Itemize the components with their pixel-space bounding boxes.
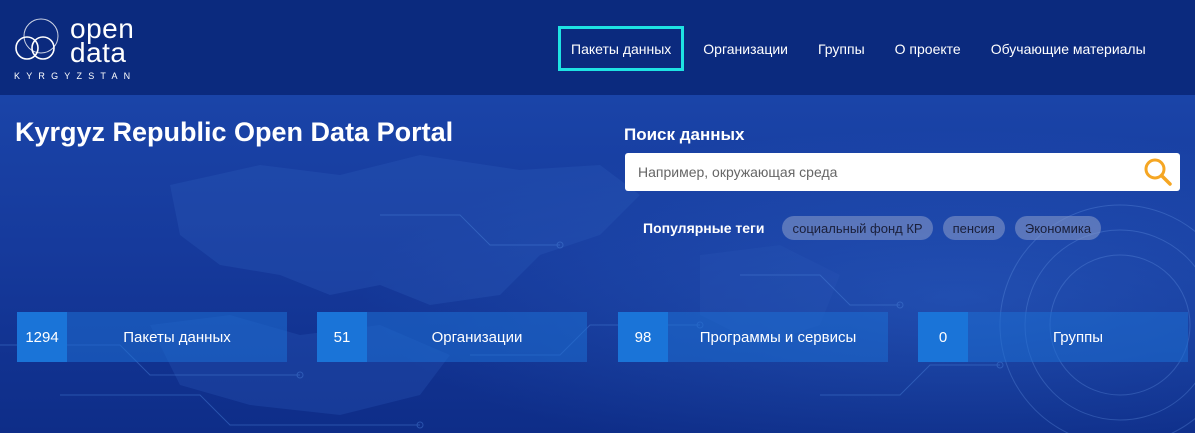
tag-social-fund[interactable]: социальный фонд КР [782, 216, 933, 240]
logo-country: KYRGYZSTAN [14, 71, 137, 81]
nav-item-learning[interactable]: Обучающие материалы [976, 26, 1161, 71]
stat-organizations[interactable]: 51 Организации [317, 312, 587, 362]
tag-pension[interactable]: пенсия [942, 216, 1005, 240]
search-box [625, 153, 1180, 191]
page-title: Kyrgyz Republic Open Data Portal [15, 117, 454, 147]
stat-datasets[interactable]: 1294 Пакеты данных [17, 312, 287, 362]
stat-datasets-label: Пакеты данных [67, 312, 287, 362]
main-nav: Пакеты данных Организации Группы О проек… [558, 26, 1161, 71]
stat-groups-label: Группы [968, 312, 1188, 362]
search-button[interactable] [1136, 153, 1180, 191]
stat-apps[interactable]: 98 Программы и сервисы [618, 312, 888, 362]
logo-rings-icon [15, 18, 59, 60]
nav-item-about[interactable]: О проекте [880, 26, 976, 71]
logo-text-data: data [70, 37, 127, 68]
stat-organizations-label: Организации [367, 312, 587, 362]
nav-item-datasets[interactable]: Пакеты данных [558, 26, 685, 71]
stat-groups-count: 0 [918, 312, 968, 362]
site-logo[interactable]: open data KYRGYZSTAN [14, 15, 164, 84]
search-icon [1144, 158, 1172, 186]
stat-datasets-count: 1294 [17, 312, 67, 362]
hero-section: Kyrgyz Republic Open Data Portal Поиск д… [0, 95, 1195, 433]
search-input[interactable] [625, 153, 1136, 191]
search-label: Поиск данных [624, 125, 745, 144]
stat-apps-label: Программы и сервисы [668, 312, 888, 362]
popular-tags-label: Популярные теги [643, 220, 765, 236]
stat-apps-count: 98 [618, 312, 668, 362]
nav-item-groups[interactable]: Группы [803, 26, 880, 71]
stat-organizations-count: 51 [317, 312, 367, 362]
site-header: open data KYRGYZSTAN Пакеты данных Орган… [0, 0, 1195, 95]
popular-tags: Популярные теги социальный фонд КР пенси… [643, 216, 1111, 240]
nav-item-organizations[interactable]: Организации [688, 26, 803, 71]
stat-groups[interactable]: 0 Группы [918, 312, 1188, 362]
tag-economy[interactable]: Экономика [1014, 216, 1102, 240]
